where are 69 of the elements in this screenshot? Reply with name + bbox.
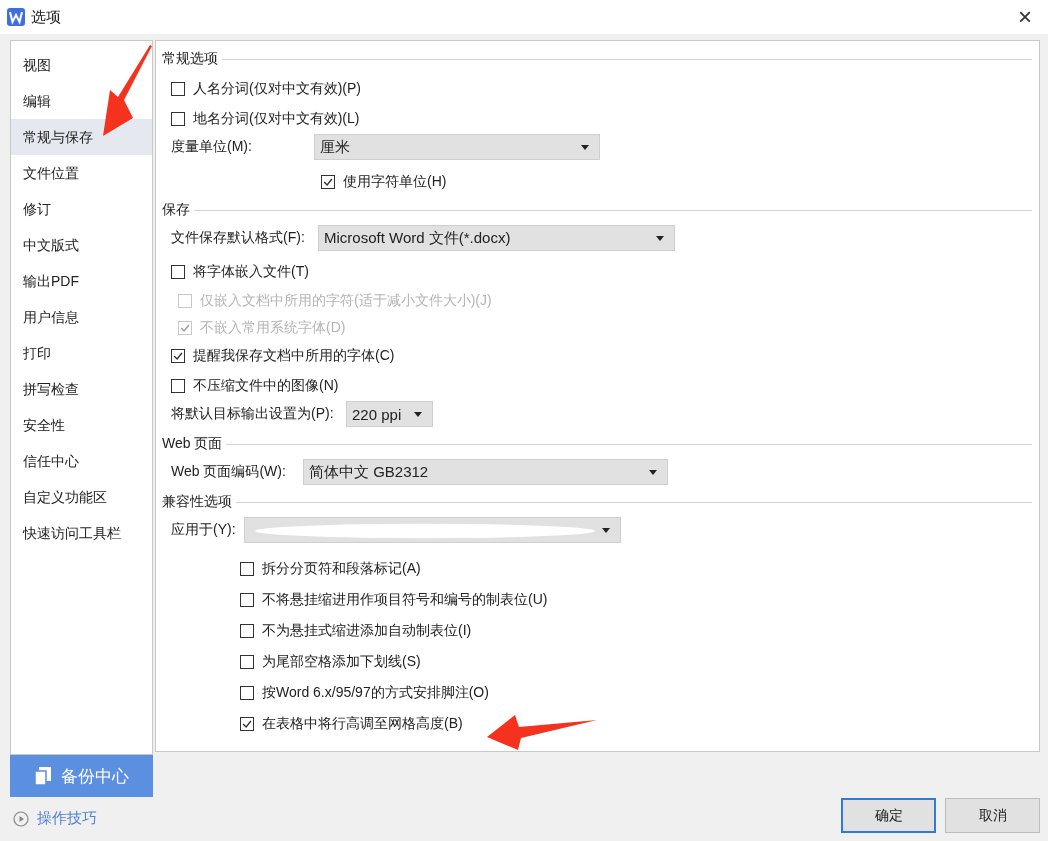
check-icon — [172, 350, 184, 362]
checkbox[interactable] — [240, 561, 254, 576]
checkbox[interactable] — [240, 685, 254, 700]
caret-icon — [649, 469, 657, 475]
section-title: Web 页面 — [162, 435, 223, 453]
checkbox[interactable] — [171, 82, 185, 96]
sidebar-item[interactable]: 中文版式 — [11, 227, 152, 263]
field-label: Web 页面编码(W): — [171, 463, 287, 481]
sidebar-item[interactable]: 修订 — [11, 191, 152, 227]
annotation-arrow-icon — [100, 44, 153, 138]
checkbox-label: 人名分词(仅对中文有效)(P) — [193, 80, 361, 98]
close-button[interactable]: × — [1002, 0, 1048, 34]
checkbox[interactable] — [171, 265, 185, 279]
tips-link[interactable]: 操作技巧 — [10, 809, 153, 828]
checkbox[interactable] — [171, 349, 185, 363]
field-label: 文件保存默认格式(F): — [171, 229, 306, 247]
sidebar-item[interactable]: 视图 — [11, 47, 152, 83]
checkbox-label: 不嵌入常用系统字体(D) — [200, 318, 346, 337]
checkbox[interactable] — [171, 379, 185, 393]
checkbox[interactable] — [240, 716, 254, 731]
window-title: 选项 — [31, 7, 61, 27]
dropdown[interactable]: 简体中文 GB2312 — [303, 459, 668, 485]
checkbox-label: 按Word 6.x/95/97的方式安排脚注(O) — [262, 683, 489, 702]
checkbox[interactable] — [240, 654, 254, 669]
checkbox-label: 仅嵌入文档中所用的字符(适于减小文件大小)(J) — [200, 291, 492, 310]
checkbox-label: 使用字符单位(H) — [343, 172, 447, 191]
sidebar-item[interactable]: 文件位置 — [11, 155, 152, 191]
field-label: 将默认目标输出设置为(P): — [171, 405, 335, 423]
sidebar-item[interactable]: 安全性 — [11, 407, 152, 443]
sidebar-item[interactable]: 信任中心 — [11, 443, 152, 479]
dialog-button[interactable]: 取消 — [945, 798, 1040, 833]
sidebar-item[interactable]: 输出PDF — [11, 263, 152, 299]
checkbox-label: 地名分词(仅对中文有效)(L) — [193, 110, 360, 128]
sidebar-item[interactable]: 快速访问工具栏 — [11, 515, 152, 551]
copy-icon — [34, 767, 51, 785]
checkbox[interactable] — [240, 623, 254, 638]
sidebar-item[interactable]: 常规与保存 — [11, 119, 152, 155]
sidebar-item[interactable]: 编辑 — [11, 83, 152, 119]
app-logo-icon — [7, 8, 25, 26]
annotation-arrow-icon — [485, 712, 598, 752]
field-label: 度量单位(M): — [171, 138, 253, 156]
checkbox[interactable] — [171, 112, 185, 126]
checkbox-label: 提醒我保存文档中所用的字体(C) — [193, 347, 395, 365]
checkbox-label: 将字体嵌入文件(T) — [193, 263, 309, 281]
section-title: 常规选项 — [162, 50, 218, 68]
dropdown[interactable]: 厘米 — [314, 134, 600, 160]
dialog-button[interactable]: 确定 — [841, 798, 936, 833]
checkbox-label: 不将悬挂缩进用作项目符号和编号的制表位(U) — [262, 590, 548, 609]
sidebar-item[interactable]: 打印 — [11, 335, 152, 371]
checkbox-label: 不压缩文件中的图像(N) — [193, 377, 339, 395]
sidebar-item[interactable]: 自定义功能区 — [11, 479, 152, 515]
section-title: 兼容性选项 — [162, 493, 232, 511]
field-label: 应用于(Y): — [171, 521, 237, 539]
checkbox-label: 不为悬挂式缩进添加自动制表位(I) — [262, 621, 472, 640]
sidebar-item[interactable]: 用户信息 — [11, 299, 152, 335]
checkbox-label: 在表格中将行高调至网格高度(B) — [262, 714, 463, 733]
caret-icon — [581, 144, 589, 150]
dropdown[interactable]: Microsoft Word 文件(*.docx) — [318, 225, 675, 251]
play-circle-icon — [13, 810, 29, 827]
checkbox[interactable] — [240, 592, 254, 607]
sidebar-item[interactable]: 拼写检查 — [11, 371, 152, 407]
checkbox-label: 为尾部空格添加下划线(S) — [262, 652, 421, 671]
caret-icon — [414, 411, 422, 417]
dropdown[interactable]: 220 ppi — [346, 401, 433, 427]
section-title: 保存 — [162, 201, 190, 219]
checkbox-label: 拆分分页符和段落标记(A) — [262, 559, 421, 578]
checkbox[interactable] — [321, 174, 335, 189]
caret-icon — [656, 235, 664, 241]
caret-icon — [602, 527, 610, 533]
